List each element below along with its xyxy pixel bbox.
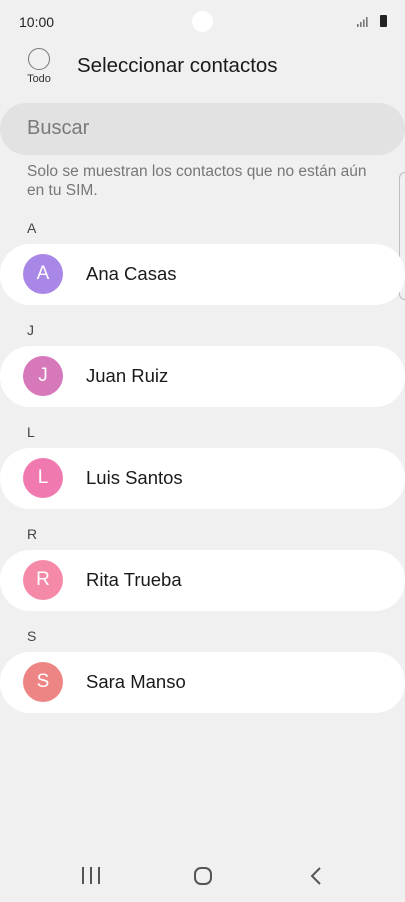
contact-row[interactable]: S Sara Manso (0, 652, 405, 713)
info-note: Solo se muestran los contactos que no es… (27, 163, 367, 199)
avatar: R (23, 560, 63, 600)
battery-icon (380, 15, 387, 27)
contact-row[interactable]: R Rita Trueba (0, 550, 405, 611)
page-title: Seleccionar contactos (77, 54, 278, 77)
home-icon[interactable] (194, 867, 212, 885)
checkbox-circle-icon (28, 48, 50, 70)
app-header: Todo Seleccionar contactos (0, 44, 405, 100)
contact-name: Juan Ruiz (86, 365, 169, 386)
contact-name: Luis Santos (86, 467, 183, 488)
select-all-checkbox[interactable]: Todo (22, 48, 56, 92)
section-header-a: A (27, 220, 37, 236)
camera-cutout (192, 11, 213, 32)
avatar: S (23, 662, 63, 702)
section-header-j: J (27, 322, 34, 338)
contact-name: Sara Manso (86, 671, 186, 692)
contact-row[interactable]: L Luis Santos (0, 448, 405, 509)
contact-row[interactable]: A Ana Casas (0, 244, 405, 305)
avatar: A (23, 254, 63, 294)
avatar: J (23, 356, 63, 396)
contact-row[interactable]: J Juan Ruiz (0, 346, 405, 407)
select-all-label: Todo (27, 73, 51, 85)
search-placeholder: Buscar (27, 117, 90, 139)
avatar: L (23, 458, 63, 498)
search-input[interactable]: Buscar (0, 103, 405, 155)
recent-apps-icon[interactable] (82, 867, 100, 884)
status-time: 10:00 (19, 14, 55, 30)
section-header-s: S (27, 628, 37, 644)
back-icon[interactable] (308, 867, 324, 885)
contact-name: Ana Casas (86, 263, 177, 284)
section-header-l: L (27, 424, 35, 440)
contact-name: Rita Trueba (86, 569, 182, 590)
signal-icon (357, 17, 368, 27)
navigation-bar (0, 850, 405, 902)
section-header-r: R (27, 526, 38, 542)
status-bar: 10:00 (0, 0, 405, 44)
